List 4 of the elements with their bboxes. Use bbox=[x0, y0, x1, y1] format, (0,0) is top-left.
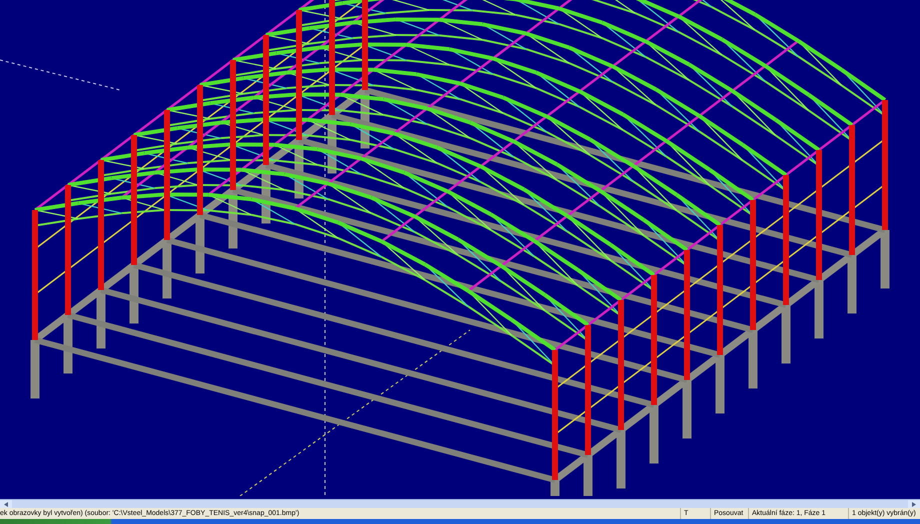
right-arrow-icon bbox=[912, 502, 916, 506]
scroll-right-button[interactable] bbox=[908, 500, 920, 508]
scroll-left-button[interactable] bbox=[0, 500, 12, 508]
left-arrow-icon bbox=[4, 502, 8, 506]
